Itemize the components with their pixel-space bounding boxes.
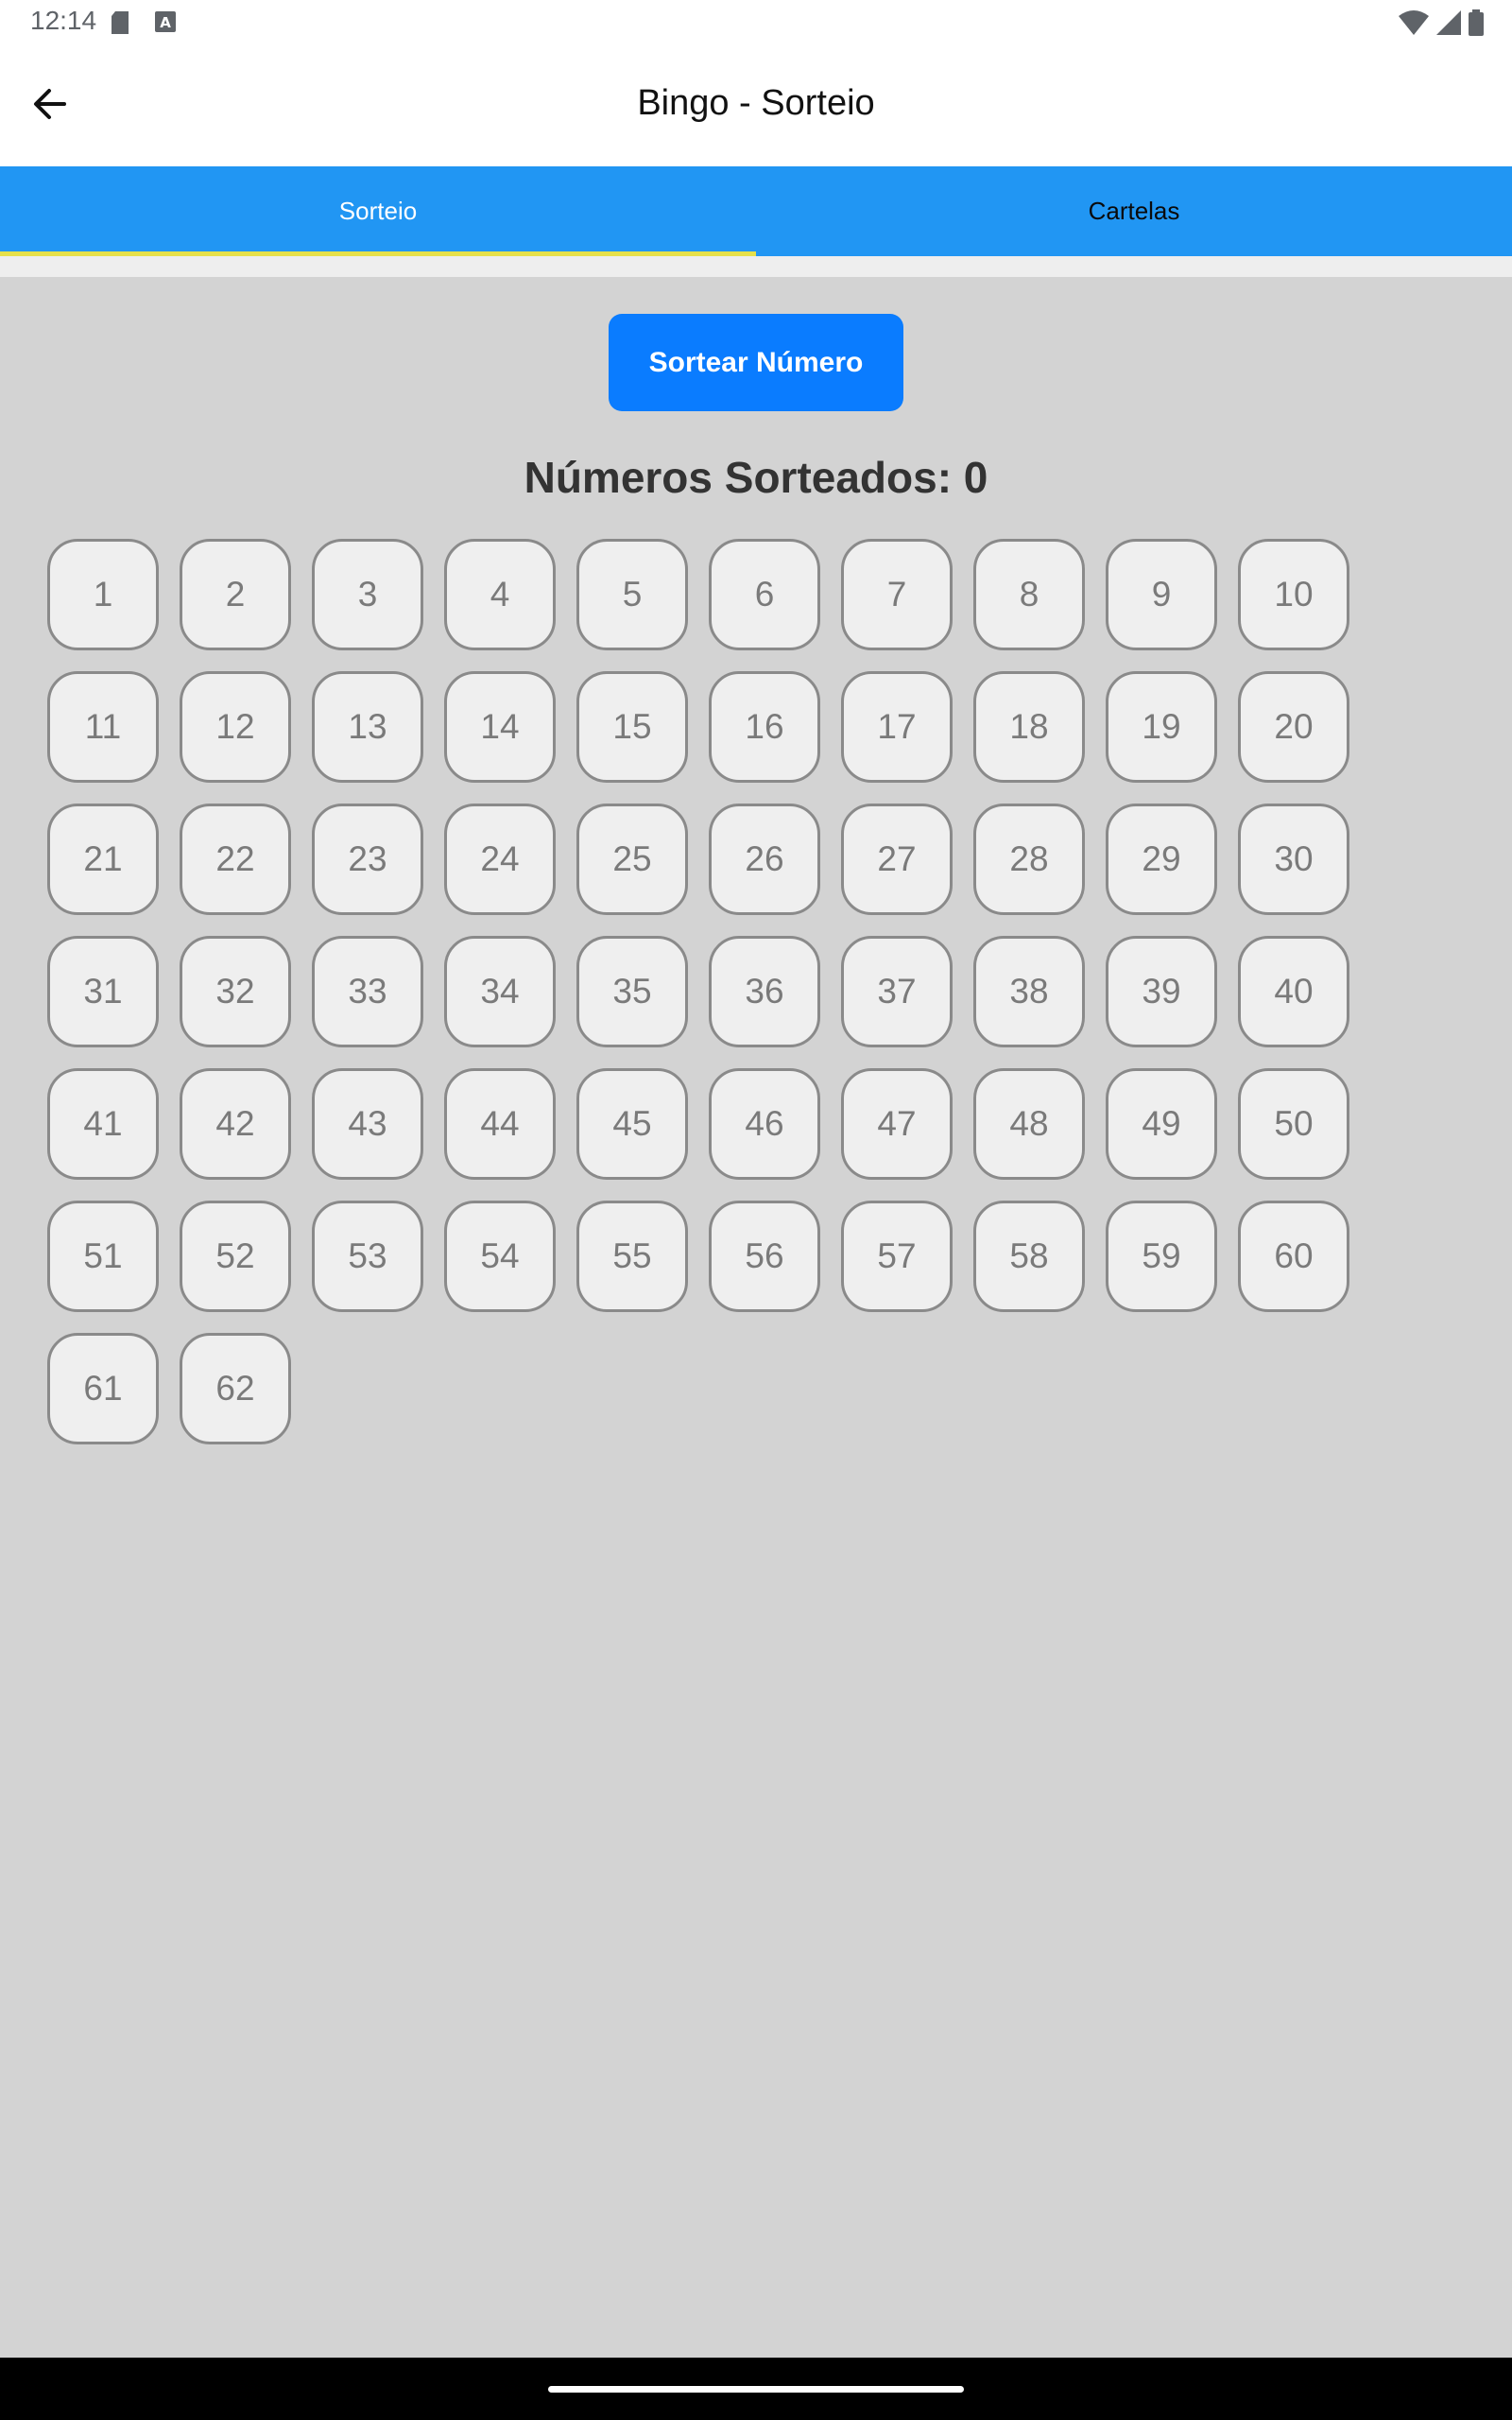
number-ball[interactable]: 35 (576, 936, 688, 1047)
number-ball[interactable]: 53 (312, 1201, 423, 1312)
number-grid: 1 2 3 4 5 6 7 8 9 10 11 12 13 14 15 16 17 18 19 20 21 22 23 24 2… (47, 539, 1380, 1444)
signal-icon (1436, 10, 1461, 40)
number-ball[interactable]: 23 (312, 804, 423, 915)
number-ball[interactable]: 31 (47, 936, 159, 1047)
number-ball[interactable]: 48 (973, 1068, 1085, 1180)
number-ball[interactable]: 43 (312, 1068, 423, 1180)
number-ball[interactable]: 25 (576, 804, 688, 915)
number-ball[interactable]: 50 (1238, 1068, 1349, 1180)
number-ball[interactable]: 15 (576, 671, 688, 783)
number-ball[interactable]: 37 (841, 936, 953, 1047)
number-ball[interactable]: 11 (47, 671, 159, 783)
number-ball[interactable]: 3 (312, 539, 423, 650)
number-ball[interactable]: 22 (180, 804, 291, 915)
number-ball[interactable]: 4 (444, 539, 556, 650)
number-ball[interactable]: 6 (709, 539, 820, 650)
number-ball[interactable]: 55 (576, 1201, 688, 1312)
app-bar: Bingo - Sorteio (0, 45, 1512, 166)
number-ball[interactable]: 52 (180, 1201, 291, 1312)
number-ball[interactable]: 33 (312, 936, 423, 1047)
status-bar: 12:14 A (0, 0, 1512, 45)
number-ball[interactable]: 39 (1106, 936, 1217, 1047)
number-ball[interactable]: 26 (709, 804, 820, 915)
page-title: Bingo - Sorteio (637, 83, 875, 123)
tab-cartelas[interactable]: Cartelas (756, 166, 1512, 256)
number-ball[interactable]: 7 (841, 539, 953, 650)
number-ball[interactable]: 5 (576, 539, 688, 650)
number-ball[interactable]: 58 (973, 1201, 1085, 1312)
number-ball[interactable]: 40 (1238, 936, 1349, 1047)
tab-bar: Sorteio Cartelas (0, 166, 1512, 256)
number-ball[interactable]: 9 (1106, 539, 1217, 650)
number-ball[interactable]: 32 (180, 936, 291, 1047)
number-ball[interactable]: 19 (1106, 671, 1217, 783)
number-ball[interactable]: 21 (47, 804, 159, 915)
number-ball[interactable]: 17 (841, 671, 953, 783)
number-ball[interactable]: 56 (709, 1201, 820, 1312)
number-ball[interactable]: 13 (312, 671, 423, 783)
number-ball[interactable]: 24 (444, 804, 556, 915)
battery-icon (1469, 9, 1484, 41)
number-ball[interactable]: 16 (709, 671, 820, 783)
tab-divider (0, 256, 1512, 277)
number-ball[interactable]: 12 (180, 671, 291, 783)
number-ball[interactable]: 14 (444, 671, 556, 783)
number-ball[interactable]: 60 (1238, 1201, 1349, 1312)
number-ball[interactable]: 36 (709, 936, 820, 1047)
sd-card-icon (110, 11, 130, 39)
number-ball[interactable]: 54 (444, 1201, 556, 1312)
number-ball[interactable]: 41 (47, 1068, 159, 1180)
number-ball[interactable]: 27 (841, 804, 953, 915)
tab-label: Sorteio (338, 197, 418, 225)
number-ball[interactable]: 51 (47, 1201, 159, 1312)
drawn-count-label: Números Sorteados: 0 (524, 453, 988, 502)
tab-label: Cartelas (1088, 197, 1180, 225)
number-ball[interactable]: 47 (841, 1068, 953, 1180)
a-badge-icon: A (155, 11, 176, 37)
wifi-icon (1399, 10, 1429, 40)
status-time: 12:14 (30, 6, 97, 35)
number-ball[interactable]: 20 (1238, 671, 1349, 783)
number-ball[interactable]: 44 (444, 1068, 556, 1180)
number-ball[interactable]: 42 (180, 1068, 291, 1180)
number-ball[interactable]: 61 (47, 1333, 159, 1444)
number-ball[interactable]: 46 (709, 1068, 820, 1180)
number-ball[interactable]: 28 (973, 804, 1085, 915)
number-ball[interactable]: 10 (1238, 539, 1349, 650)
number-ball[interactable]: 62 (180, 1333, 291, 1444)
number-ball[interactable]: 59 (1106, 1201, 1217, 1312)
number-ball[interactable]: 34 (444, 936, 556, 1047)
number-ball[interactable]: 1 (47, 539, 159, 650)
number-ball[interactable]: 57 (841, 1201, 953, 1312)
draw-number-button[interactable]: Sortear Número (609, 314, 903, 411)
svg-text:A: A (160, 14, 171, 31)
number-ball[interactable]: 38 (973, 936, 1085, 1047)
tab-sorteio[interactable]: Sorteio (0, 166, 756, 256)
number-ball[interactable]: 49 (1106, 1068, 1217, 1180)
number-ball[interactable]: 2 (180, 539, 291, 650)
number-ball[interactable]: 45 (576, 1068, 688, 1180)
number-ball[interactable]: 18 (973, 671, 1085, 783)
home-indicator[interactable] (548, 2386, 964, 2393)
number-ball[interactable]: 29 (1106, 804, 1217, 915)
number-ball[interactable]: 30 (1238, 804, 1349, 915)
number-ball[interactable]: 8 (973, 539, 1085, 650)
